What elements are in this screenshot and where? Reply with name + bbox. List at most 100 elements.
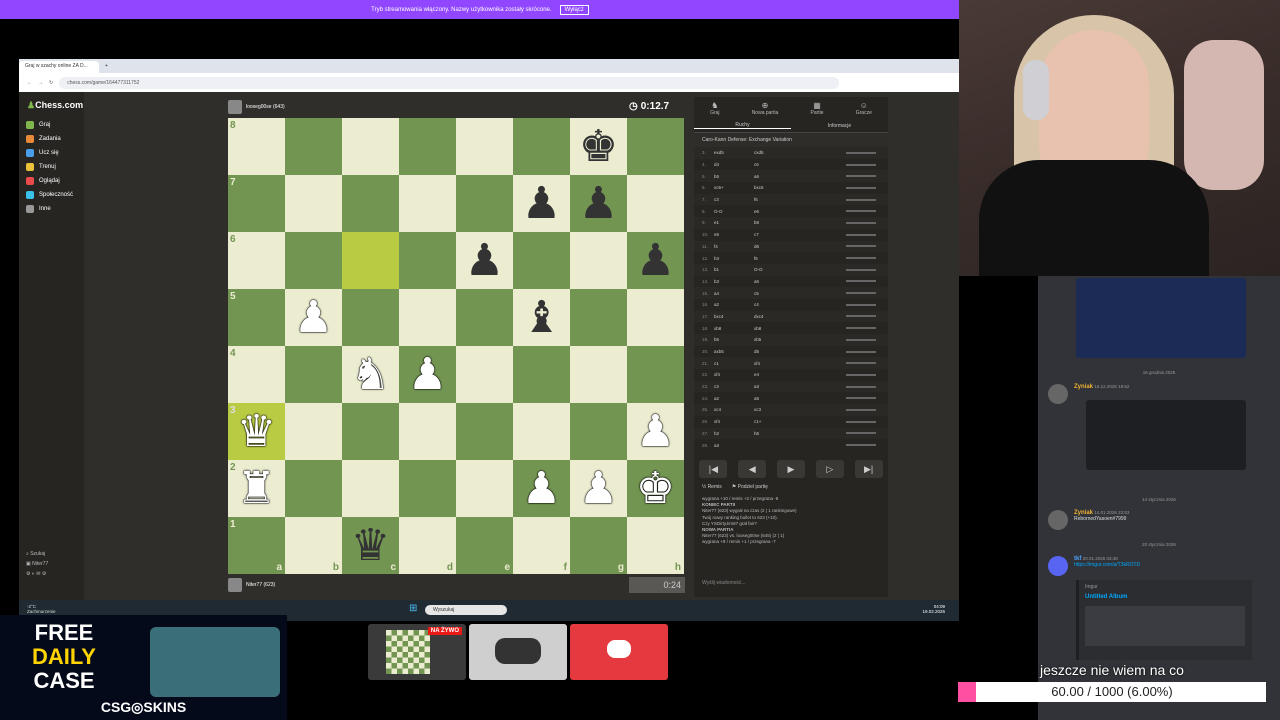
move[interactable]: e6	[754, 209, 794, 214]
square-b4[interactable]	[285, 346, 342, 403]
panel-tab-1[interactable]: ⊕ Nowa partia	[752, 101, 779, 116]
move[interactable]: d5	[754, 349, 794, 354]
square-d4[interactable]: ♟	[399, 346, 456, 403]
square-d5[interactable]	[399, 289, 456, 346]
square-a4[interactable]: 4	[228, 346, 285, 403]
square-g6[interactable]	[570, 232, 627, 289]
disable-streaming-button[interactable]: Wyłącz	[559, 4, 589, 15]
panel-tab-3[interactable]: ☺ Gracze	[856, 101, 872, 116]
black-king-icon[interactable]: ♚	[579, 124, 618, 169]
move[interactable]: bxc6	[754, 185, 794, 190]
reload-icon[interactable]: ↻	[49, 80, 53, 86]
square-g7[interactable]: ♟	[570, 175, 627, 232]
square-e4[interactable]	[456, 346, 513, 403]
square-b6[interactable]	[285, 232, 342, 289]
sidebar-item-5[interactable]: Społeczność	[19, 185, 84, 199]
move[interactable]: c4	[754, 302, 794, 307]
square-e7[interactable]	[456, 175, 513, 232]
square-d6[interactable]	[399, 232, 456, 289]
move[interactable]: xf4	[714, 419, 754, 424]
move[interactable]: c3	[714, 384, 754, 389]
square-a2[interactable]: 2 ♜	[228, 460, 285, 517]
black-pawn-icon[interactable]: ♟	[579, 181, 618, 226]
move-control-button[interactable]: ◀	[738, 460, 767, 478]
move[interactable]: h2	[714, 431, 754, 436]
browser-tab[interactable]: Graj w szachy online ZA D...	[19, 61, 99, 73]
square-d8[interactable]	[399, 118, 456, 175]
move-control-button[interactable]: |◀	[699, 460, 728, 478]
square-b3[interactable]	[285, 403, 342, 460]
taskbar-search[interactable]: Wyszukaj	[425, 605, 507, 615]
black-bishop-icon[interactable]: ♝	[522, 295, 561, 340]
square-g2[interactable]: ♟	[570, 460, 627, 517]
white-queen-icon[interactable]: ♛	[237, 409, 276, 454]
top-player-name[interactable]: looseg00se (643)	[246, 104, 285, 110]
move[interactable]: a4	[714, 291, 754, 296]
square-c8[interactable]	[342, 118, 399, 175]
square-h2[interactable]: ♚	[627, 460, 684, 517]
square-c6[interactable]	[342, 232, 399, 289]
move-list[interactable]: 3. exd5 cxd5 4. d4 c6 5. b5 a6 6. xc6+ bxc6 7. c3 f6 8.…	[694, 147, 888, 452]
bottom-player-name[interactable]: Niter77 (623)	[246, 582, 275, 588]
embed-thumbnail[interactable]	[1085, 606, 1245, 646]
square-a5[interactable]: 5	[228, 289, 285, 346]
move[interactable]: O-O	[714, 209, 754, 214]
move[interactable]: e5	[714, 232, 754, 237]
square-g1[interactable]: g	[570, 517, 627, 574]
sidebar-item-6[interactable]: Inne	[19, 199, 84, 213]
square-f2[interactable]: ♟	[513, 460, 570, 517]
url-field[interactable]: chess.com/game/164477311752	[59, 76, 840, 89]
avatar[interactable]	[1048, 556, 1068, 576]
move[interactable]: xf4	[714, 372, 754, 377]
move[interactable]: c3	[714, 197, 754, 202]
white-pawn-icon[interactable]: ♟	[636, 409, 675, 454]
square-e8[interactable]	[456, 118, 513, 175]
square-f3[interactable]	[513, 403, 570, 460]
move[interactable]: h3	[714, 256, 754, 261]
move[interactable]: b3	[714, 279, 754, 284]
move-control-button[interactable]: ▷	[815, 460, 844, 478]
sidebar-item-0[interactable]: Graj	[19, 115, 84, 129]
square-c3[interactable]	[342, 403, 399, 460]
square-e5[interactable]	[456, 289, 513, 346]
square-b8[interactable]	[285, 118, 342, 175]
black-pawn-icon[interactable]: ♟	[636, 238, 675, 283]
square-f4[interactable]	[513, 346, 570, 403]
square-d3[interactable]	[399, 403, 456, 460]
move[interactable]: xc6+	[714, 185, 754, 190]
discord-thumbnail[interactable]	[570, 624, 668, 680]
square-c2[interactable]	[342, 460, 399, 517]
move[interactable]: a3	[714, 443, 754, 448]
move[interactable]: b1	[714, 267, 754, 272]
move[interactable]: f6	[754, 256, 794, 261]
black-pawn-icon[interactable]: ♟	[522, 181, 561, 226]
move[interactable]: a3	[754, 384, 794, 389]
move[interactable]: xc3	[754, 407, 794, 412]
move[interactable]: c7	[754, 232, 794, 237]
square-h3[interactable]: ♟	[627, 403, 684, 460]
move-control-button[interactable]: ▶	[776, 460, 805, 478]
move[interactable]: exd5	[714, 150, 754, 155]
move[interactable]: c1+	[754, 419, 794, 424]
chess-board[interactable]: 8 ♚ 7 ♟ ♟ 6 ♟ ♟ 5 ♟ ♝ 4 ♞ ♟ 3 ♛ ♟ 2 ♜ ♟ ♟ ♚ 1 a b c ♛ d e f g h	[228, 118, 684, 574]
windows-start-icon[interactable]: ⊞	[409, 603, 417, 614]
white-rook-icon[interactable]: ♜	[237, 466, 276, 511]
square-b1[interactable]: b	[285, 517, 342, 574]
white-knight-icon[interactable]: ♞	[351, 352, 390, 397]
chat-input[interactable]: Wyślij wiadomość...	[694, 577, 888, 589]
move[interactable]: a2	[714, 396, 754, 401]
forward-icon[interactable]: →	[38, 80, 43, 86]
move-control-button[interactable]: ▶|	[854, 460, 883, 478]
move[interactable]: b8	[754, 220, 794, 225]
square-b5[interactable]: ♟	[285, 289, 342, 346]
panel-tab-0[interactable]: ♞ Graj	[710, 101, 719, 116]
square-c5[interactable]	[342, 289, 399, 346]
white-pawn-icon[interactable]: ♟	[522, 466, 561, 511]
share-button[interactable]: ⚑ Podziel partię	[732, 484, 768, 490]
move[interactable]: xb8	[714, 326, 754, 331]
square-a6[interactable]: 6	[228, 232, 285, 289]
square-a1[interactable]: 1a	[228, 517, 285, 574]
move[interactable]: e4	[754, 372, 794, 377]
move[interactable]: a5	[754, 279, 794, 284]
square-g8[interactable]: ♚	[570, 118, 627, 175]
